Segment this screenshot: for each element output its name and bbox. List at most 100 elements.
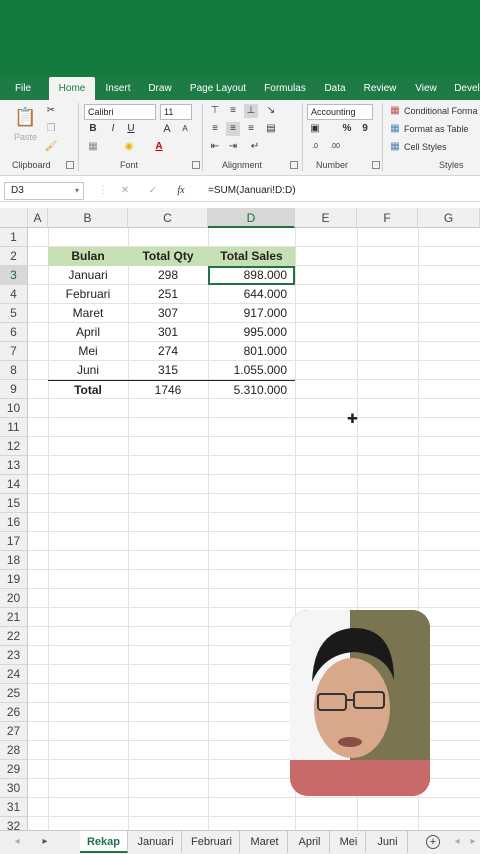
tab-data[interactable]: Data — [320, 77, 350, 100]
row-header-27[interactable]: 27 — [0, 722, 28, 741]
wrap-text-icon[interactable]: ↵ — [248, 140, 262, 154]
tab-insert[interactable]: Insert — [100, 77, 136, 100]
row-header-32[interactable]: 32 — [0, 817, 28, 830]
row-header-15[interactable]: 15 — [0, 494, 28, 513]
percent-button[interactable]: % — [340, 122, 354, 136]
tab-draw[interactable]: Draw — [143, 77, 177, 100]
row-header-17[interactable]: 17 — [0, 532, 28, 551]
orientation-icon[interactable]: ↘ — [264, 104, 278, 118]
cell-styles-icon[interactable]: ▦ — [388, 140, 402, 154]
table-cell[interactable]: 801.000 — [208, 342, 295, 361]
merge-center-icon[interactable]: ▤ — [264, 122, 278, 136]
sheet-tab-april[interactable]: April — [290, 831, 330, 853]
table-cell[interactable]: 315 — [128, 361, 208, 380]
table-cell[interactable]: Februari — [48, 285, 128, 304]
row-header-20[interactable]: 20 — [0, 589, 28, 608]
font-size-dropdown[interactable]: 11 — [160, 104, 192, 120]
tab-review[interactable]: Review — [359, 77, 401, 100]
table-cell[interactable]: 307 — [128, 304, 208, 323]
align-bottom-icon[interactable]: ⊥ — [244, 104, 258, 118]
row-header-6[interactable]: 6 — [0, 323, 28, 342]
scroll-left-icon[interactable]: ◂ — [10, 835, 24, 849]
alignment-launcher-icon[interactable] — [290, 161, 298, 169]
column-header-d[interactable]: D — [208, 208, 295, 228]
sheet-tab-mei[interactable]: Mei — [332, 831, 366, 853]
tab-developer[interactable]: Devel — [452, 77, 480, 100]
row-header-16[interactable]: 16 — [0, 513, 28, 532]
format-as-table-icon[interactable]: ▦ — [388, 122, 402, 136]
header-cell-total-sales[interactable]: Total Sales — [208, 247, 295, 266]
header-cell-total-qty[interactable]: Total Qty — [128, 247, 208, 266]
row-header-7[interactable]: 7 — [0, 342, 28, 361]
table-cell[interactable]: 1.055.000 — [208, 361, 295, 380]
table-cell[interactable]: Januari — [48, 266, 128, 285]
tab-home[interactable]: Home — [49, 77, 95, 100]
row-header-29[interactable]: 29 — [0, 760, 28, 779]
name-box-dropdown-icon[interactable]: ▾ — [70, 184, 84, 198]
comma-style-button[interactable]: 9 — [358, 122, 372, 136]
row-header-9[interactable]: 9 — [0, 380, 28, 399]
row-header-19[interactable]: 19 — [0, 570, 28, 589]
font-color-button[interactable]: A — [152, 140, 166, 154]
align-left-icon[interactable]: ≡ — [208, 122, 222, 136]
number-format-dropdown[interactable]: Accounting — [307, 104, 373, 120]
borders-icon[interactable]: ▦ — [86, 140, 100, 154]
select-all-corner[interactable] — [0, 208, 28, 228]
conditional-formatting-icon[interactable]: ▦ — [388, 104, 402, 118]
table-cell[interactable]: Mei — [48, 342, 128, 361]
table-cell[interactable]: April — [48, 323, 128, 342]
sheet-tab-rekap[interactable]: Rekap — [80, 831, 128, 853]
row-header-23[interactable]: 23 — [0, 646, 28, 665]
column-header-c[interactable]: C — [128, 208, 208, 228]
confirm-entry-icon[interactable]: ✓ — [146, 184, 160, 198]
align-middle-icon[interactable]: ≡ — [226, 104, 240, 118]
row-header-24[interactable]: 24 — [0, 665, 28, 684]
total-sales-cell[interactable]: 5.310.000 — [208, 381, 295, 400]
align-center-icon[interactable]: ≡ — [226, 122, 240, 136]
row-header-8[interactable]: 8 — [0, 361, 28, 380]
underline-button[interactable]: U — [124, 122, 138, 136]
scroll-right-icon[interactable]: ▸ — [38, 835, 52, 849]
total-label-cell[interactable]: Total — [48, 381, 128, 400]
row-header-14[interactable]: 14 — [0, 475, 28, 494]
row-header-30[interactable]: 30 — [0, 779, 28, 798]
align-top-icon[interactable]: ⊤ — [208, 104, 222, 118]
column-header-b[interactable]: B — [48, 208, 128, 228]
sheet-tab-januari[interactable]: Januari — [130, 831, 182, 853]
row-header-4[interactable]: 4 — [0, 285, 28, 304]
increase-decimal-icon[interactable]: .0 — [308, 140, 322, 154]
format-painter-icon[interactable]: 🖌 — [44, 140, 58, 154]
row-header-12[interactable]: 12 — [0, 437, 28, 456]
copy-icon[interactable]: ❐ — [44, 122, 58, 136]
column-header-a[interactable]: A — [28, 208, 48, 228]
table-cell[interactable]: 917.000 — [208, 304, 295, 323]
tab-file[interactable]: File — [6, 77, 40, 100]
clipboard-launcher-icon[interactable] — [66, 161, 74, 169]
font-launcher-icon[interactable] — [192, 161, 200, 169]
shrink-font-button[interactable]: A — [178, 122, 192, 136]
align-right-icon[interactable]: ≡ — [244, 122, 258, 136]
row-header-1[interactable]: 1 — [0, 228, 28, 247]
cell-styles-button[interactable]: Cell Styles — [404, 142, 447, 152]
increase-indent-icon[interactable]: ⇥ — [226, 140, 240, 154]
sheet-tab-juni[interactable]: Juni — [368, 831, 408, 853]
table-cell[interactable]: Juni — [48, 361, 128, 380]
cancel-entry-icon[interactable]: ✕ — [118, 184, 132, 198]
paste-button-label[interactable]: Paste — [14, 132, 37, 142]
column-header-f[interactable]: F — [357, 208, 418, 228]
table-cell[interactable]: 298 — [128, 266, 208, 285]
table-cell[interactable]: 301 — [128, 323, 208, 342]
row-header-22[interactable]: 22 — [0, 627, 28, 646]
paste-icon[interactable]: 📋 — [14, 106, 36, 128]
scroll-left-icon[interactable]: ◂ — [450, 835, 464, 849]
tab-formulas[interactable]: Formulas — [259, 77, 311, 100]
row-header-31[interactable]: 31 — [0, 798, 28, 817]
insert-function-button[interactable]: fx — [174, 184, 188, 198]
formula-input[interactable]: =SUM(Januari!D:D) — [208, 182, 296, 200]
row-header-21[interactable]: 21 — [0, 608, 28, 627]
row-header-13[interactable]: 13 — [0, 456, 28, 475]
sheet-tab-maret[interactable]: Maret — [242, 831, 288, 853]
tab-page-layout[interactable]: Page Layout — [187, 77, 249, 100]
number-launcher-icon[interactable] — [372, 161, 380, 169]
column-header-g[interactable]: G — [418, 208, 480, 228]
